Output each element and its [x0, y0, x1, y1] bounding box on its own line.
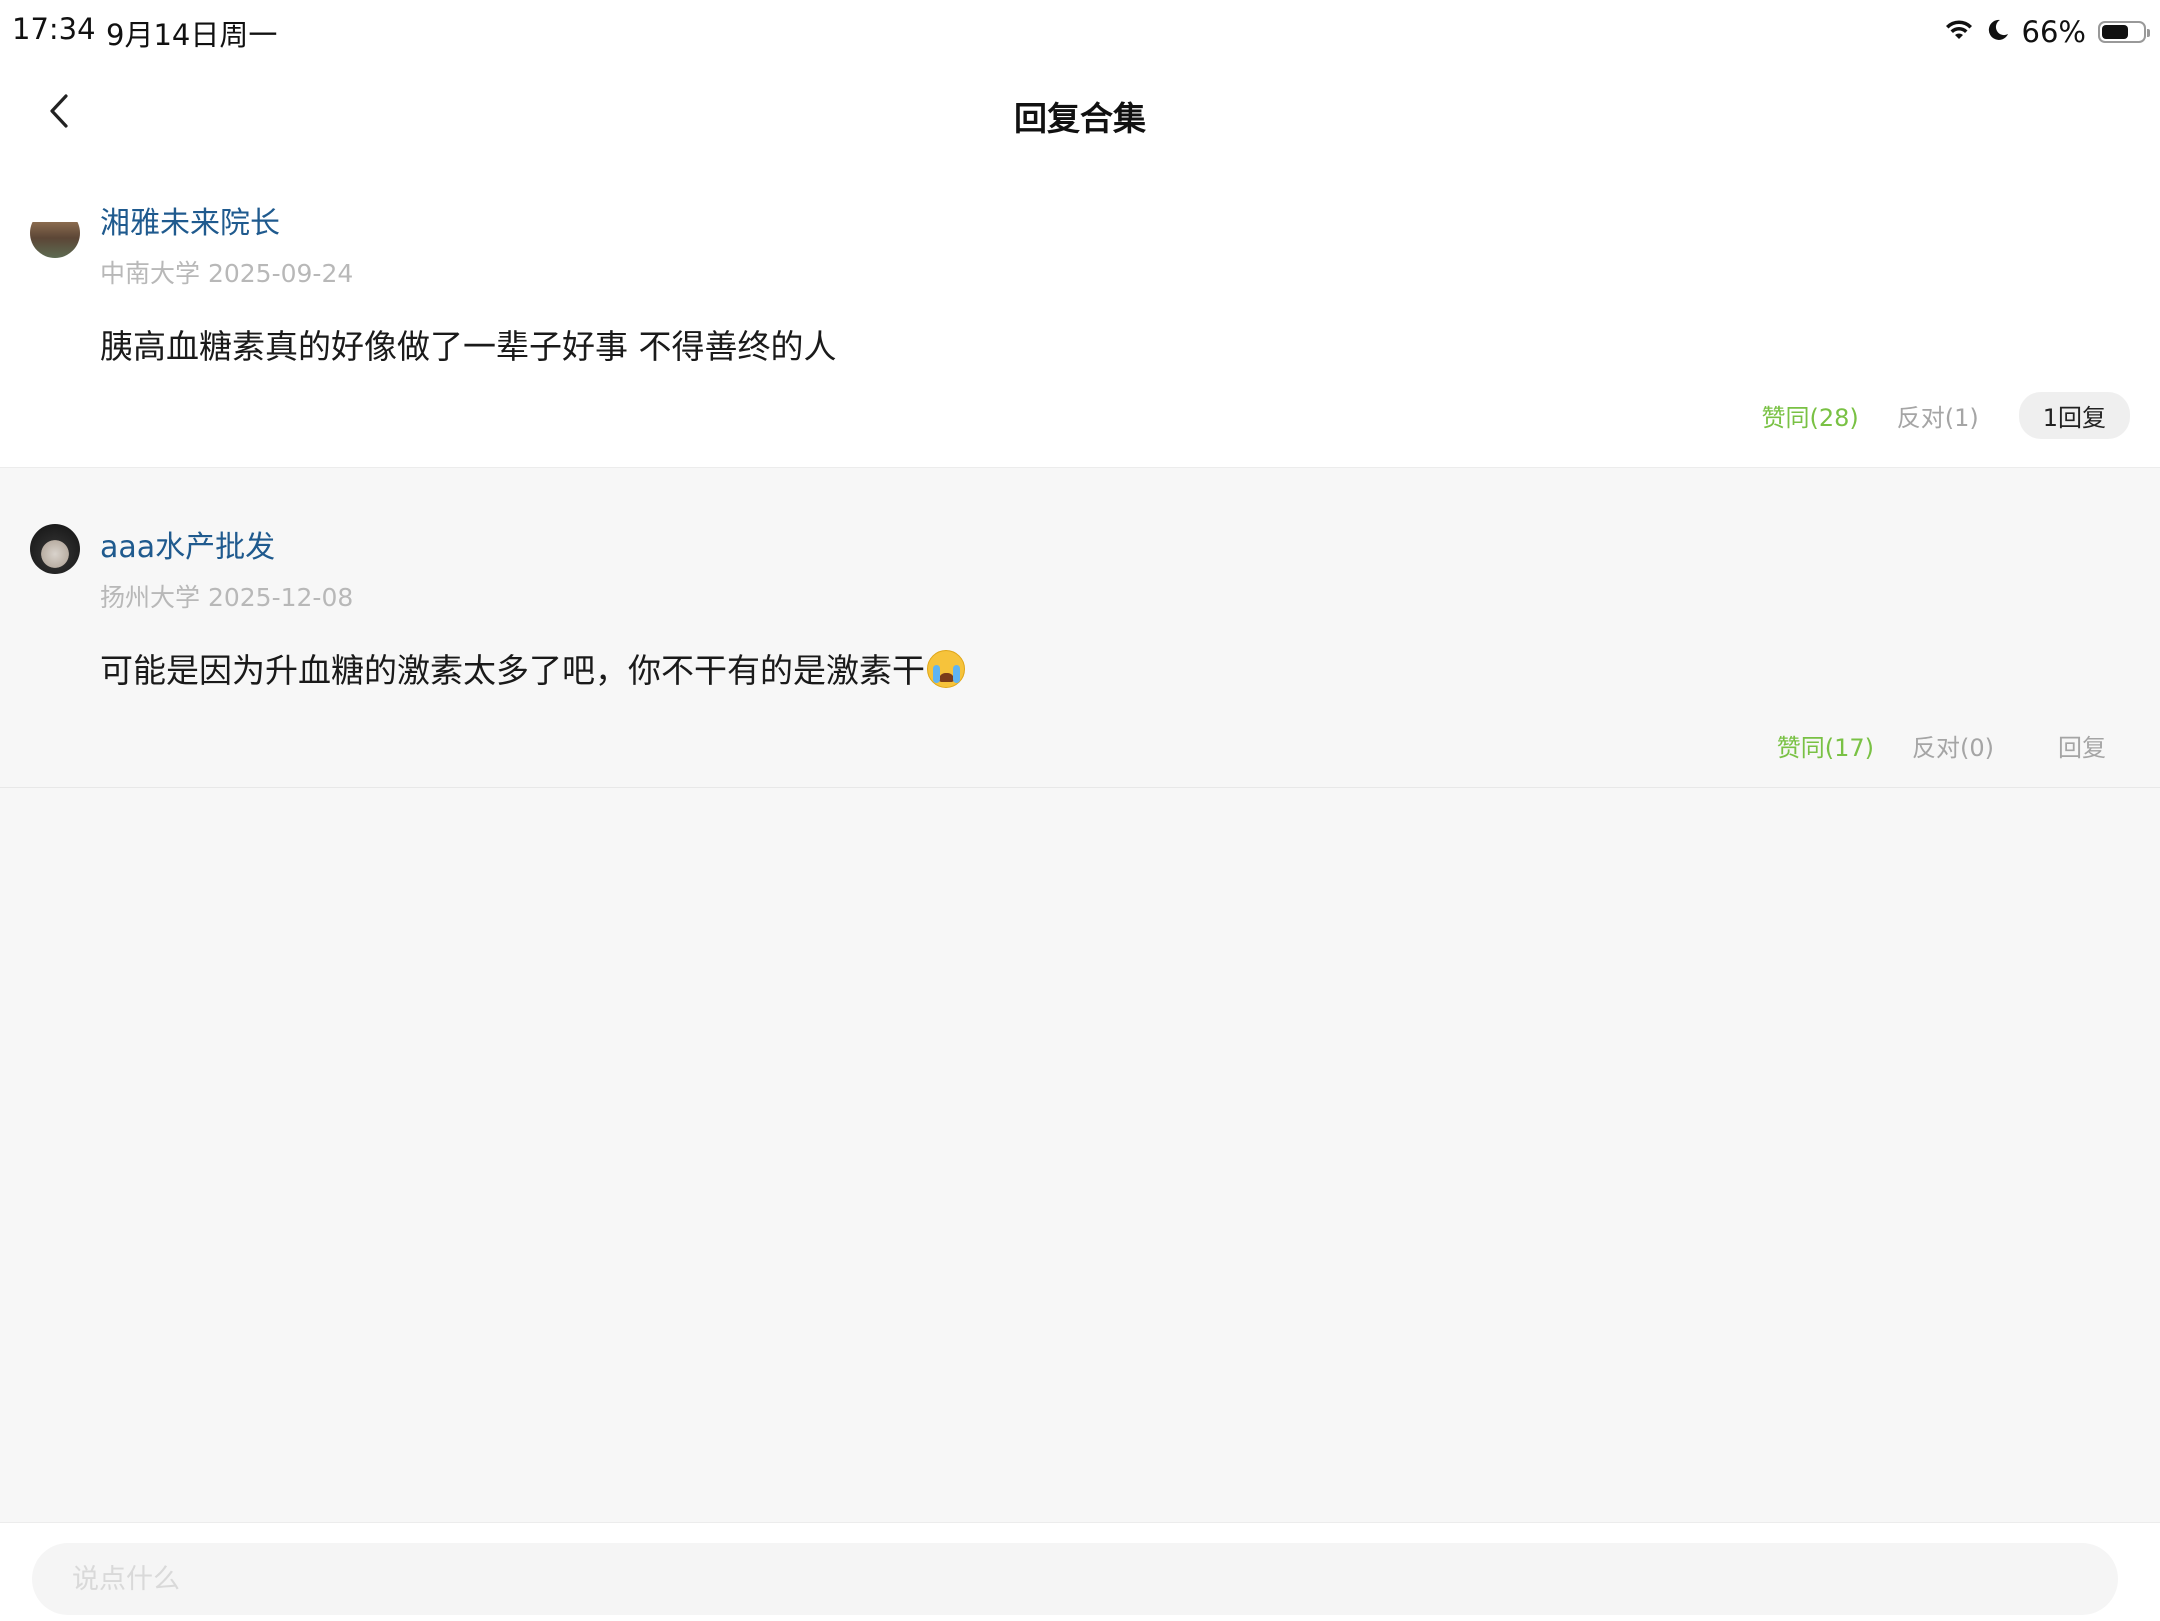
status-date: 9月14日周一: [106, 18, 278, 52]
reply-date: 2025-12-08: [207, 583, 354, 612]
reply-item: 湘雅未来院长 中南大学 2025-09-24 胰高血糖素真的好像做了一辈子好事 …: [0, 160, 2160, 468]
moon-icon: [1986, 18, 2010, 46]
battery-level: [2102, 25, 2129, 39]
school-label: 中南大学: [100, 259, 201, 288]
comment-input[interactable]: [32, 1543, 2118, 1615]
avatar[interactable]: [30, 524, 80, 574]
page-title: 回复合集: [1014, 99, 1146, 138]
oppose-button[interactable]: 反对(0): [1912, 728, 1994, 763]
battery-icon: [2098, 21, 2150, 43]
reply-button[interactable]: 1回复: [2018, 392, 2130, 439]
status-bar: 17:34 9月14日周一 66%: [0, 0, 2160, 62]
avatar[interactable]: [30, 208, 80, 258]
reply-content: 胰高血糖素真的好像做了一辈子好事 不得善终的人: [100, 327, 837, 366]
reply-item: aaa水产批发 扬州大学 2025-12-08 可能是因为升血糖的激素太多了吧，…: [0, 468, 2160, 788]
reply-text: 可能是因为升血糖的激素太多了吧，你不干有的是激素干: [100, 651, 925, 690]
reply-actions: 赞同(17) 反对(0) 回复: [1777, 722, 2130, 769]
username[interactable]: 湘雅未来院长: [100, 198, 280, 242]
reply-content: 可能是因为升血糖的激素太多了吧，你不干有的是激素干: [100, 644, 965, 692]
username[interactable]: aaa水产批发: [100, 522, 275, 566]
nav-bar: 回复合集: [0, 70, 2160, 160]
wifi-icon: [1944, 18, 1974, 46]
loudly-crying-face-icon: [927, 650, 965, 688]
agree-button[interactable]: 赞同(17): [1777, 728, 1874, 763]
comment-bar: [0, 1522, 2160, 1621]
reply-meta: 中南大学 2025-09-24: [100, 254, 353, 290]
agree-button[interactable]: 赞同(28): [1761, 398, 1858, 433]
oppose-button[interactable]: 反对(1): [1897, 398, 1979, 433]
reply-meta: 扬州大学 2025-12-08: [100, 578, 353, 614]
reply-actions: 赞同(28) 反对(1) 1回复: [1761, 392, 2130, 439]
school-label: 扬州大学: [100, 583, 201, 612]
reply-date: 2025-09-24: [207, 259, 354, 288]
battery-percent: 66%: [2021, 15, 2086, 49]
status-time: 17:34: [12, 12, 96, 46]
reply-button[interactable]: 回复: [2034, 722, 2130, 769]
status-indicators: 66%: [1944, 12, 2150, 52]
